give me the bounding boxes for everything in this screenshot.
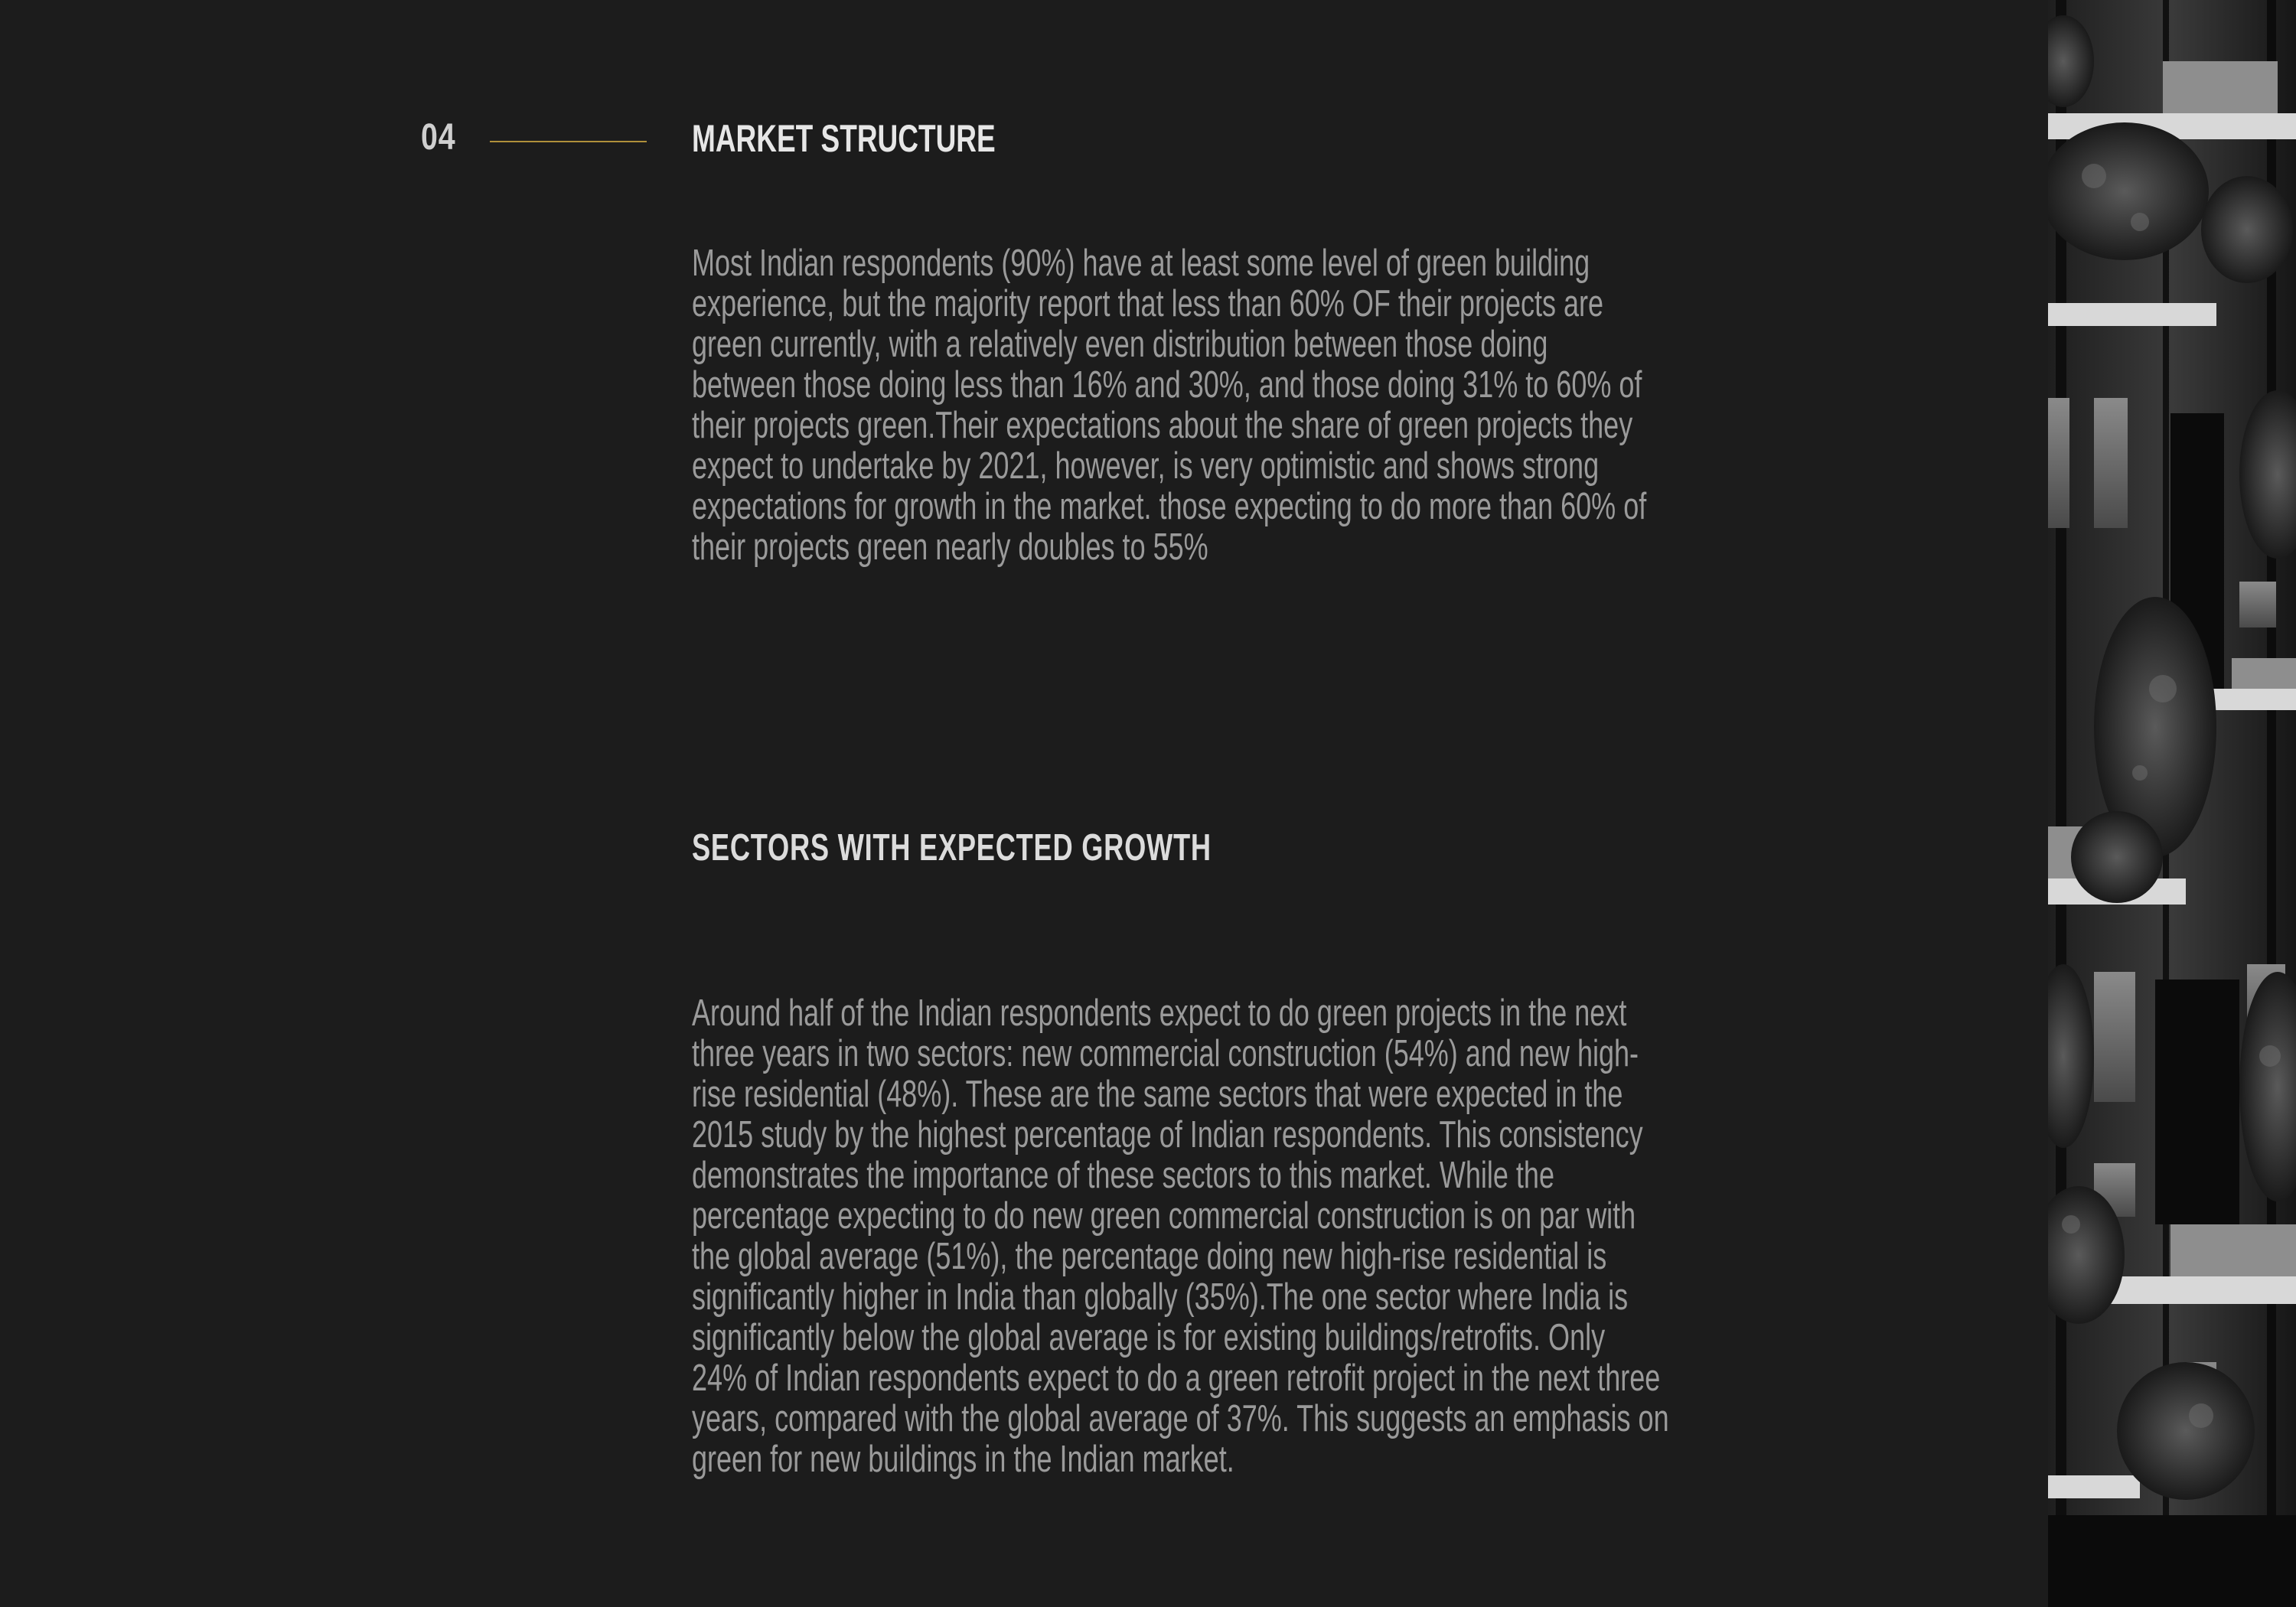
- paragraph-line: significantly higher in India than globa…: [692, 1276, 1629, 1318]
- paragraph-line: demonstrates the importance of these sec…: [692, 1155, 1554, 1196]
- section-title: MARKET STRUCTURE: [692, 117, 996, 160]
- paragraph-line: 24% of Indian respondents expect to do a…: [692, 1358, 1661, 1399]
- building-facade-photo: [2048, 0, 2296, 1607]
- section-number: 04: [421, 117, 456, 158]
- intro-paragraph: Most Indian respondents (90%) have at le…: [692, 243, 1646, 568]
- paragraph-line: significantly below the global average i…: [692, 1317, 1606, 1358]
- paragraph-line: their projects green nearly doubles to 5…: [692, 526, 1208, 568]
- paragraph-line: experience, but the majority report that…: [692, 283, 1604, 324]
- paragraph-line: years, compared with the global average …: [692, 1398, 1669, 1439]
- paragraph-line: between those doing less than 16% and 30…: [692, 364, 1642, 406]
- paragraph-line: Most Indian respondents (90%) have at le…: [692, 243, 1590, 284]
- paragraph-line: rise residential (48%). These are the sa…: [692, 1074, 1623, 1115]
- paragraph-line: percentage expecting to do new green com…: [692, 1195, 1636, 1237]
- growth-paragraph: Around half of the Indian respondents ex…: [692, 993, 1669, 1480]
- paragraph-line: 2015 study by the highest percentage of …: [692, 1114, 1643, 1156]
- paragraph-line: expect to undertake by 2021, however, is…: [692, 445, 1600, 487]
- paragraph-line: the global average (51%), the percentage…: [692, 1236, 1607, 1277]
- document-page: 04 MARKET STRUCTURE Most Indian responde…: [0, 0, 2048, 1607]
- paragraph-line: green for new buildings in the Indian ma…: [692, 1439, 1234, 1480]
- subsection-title: SECTORS WITH EXPECTED GROWTH: [692, 827, 1212, 869]
- paragraph-line: expectations for growth in the market. t…: [692, 486, 1647, 527]
- section-divider-line: [490, 141, 647, 142]
- paragraph-line: Around half of the Indian respondents ex…: [692, 993, 1627, 1034]
- paragraph-line: three years in two sectors: new commerci…: [692, 1033, 1639, 1074]
- paragraph-line: green currently, with a relatively even …: [692, 324, 1548, 365]
- paragraph-line: their projects green.Their expectations …: [692, 405, 1633, 446]
- building-facade-illustration: [2048, 0, 2296, 1607]
